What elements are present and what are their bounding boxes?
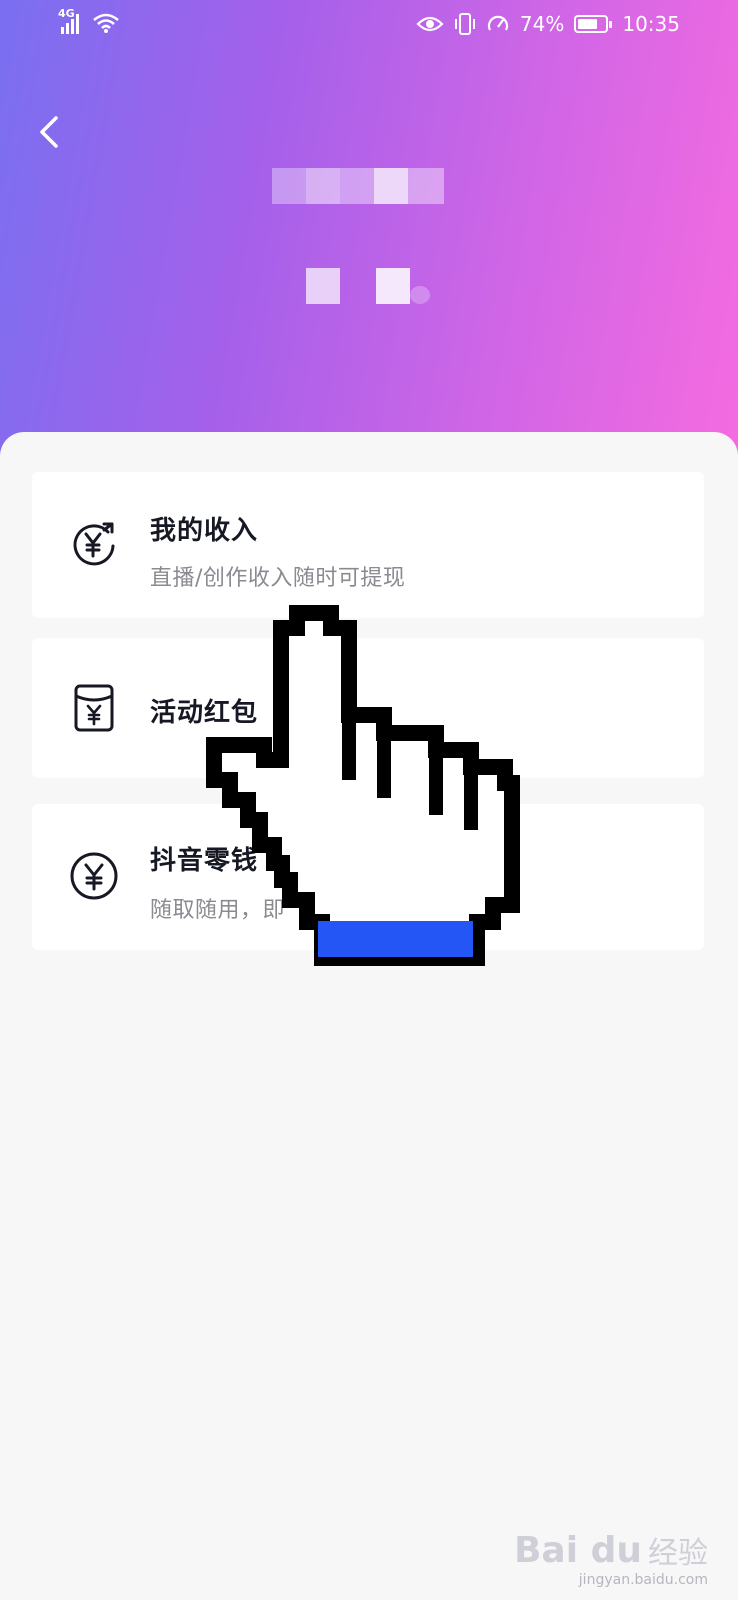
card-title: 我的收入 bbox=[150, 516, 259, 546]
baidu-jingyan-watermark: Bai du 经验 jingyan.baidu.com bbox=[513, 1528, 708, 1589]
watermark-logo: Bai du bbox=[513, 1529, 642, 1571]
clock: 10:35 bbox=[622, 12, 680, 36]
card-subtitle: 随取随用，即 bbox=[150, 898, 286, 923]
watermark-brand: 经验 bbox=[648, 1536, 708, 1571]
obscured-account-name bbox=[272, 168, 444, 204]
wifi-icon bbox=[92, 13, 119, 33]
header-background bbox=[0, 0, 738, 470]
speed-icon bbox=[487, 15, 508, 31]
watermark-url: jingyan.baidu.com bbox=[578, 1572, 708, 1588]
back-button[interactable] bbox=[30, 108, 70, 156]
eye-icon bbox=[416, 16, 444, 32]
network-type: 4G bbox=[58, 7, 75, 20]
vibrate-icon bbox=[454, 13, 475, 35]
yuan-withdraw-icon bbox=[73, 522, 115, 566]
status-bar: 4G 74% 10:35 bbox=[0, 0, 738, 56]
content-sheet: 我的收入 直播/创作收入随时可提现 活动红包 抖音零钱 随取随用，即 bbox=[0, 432, 738, 1600]
my-income-card[interactable]: 我的收入 直播/创作收入随时可提现 bbox=[32, 472, 704, 618]
douyin-change-card[interactable]: 抖音零钱 随取随用，即 bbox=[32, 804, 704, 950]
battery-percent: 74% bbox=[519, 12, 565, 36]
card-subtitle: 直播/创作收入随时可提现 bbox=[150, 566, 406, 591]
battery-icon bbox=[574, 15, 613, 33]
activity-red-envelope-card[interactable]: 活动红包 bbox=[32, 638, 704, 778]
card-title: 活动红包 bbox=[150, 698, 259, 728]
red-envelope-icon bbox=[74, 684, 114, 732]
yuan-circle-icon bbox=[70, 852, 118, 900]
chevron-left-icon bbox=[40, 116, 58, 148]
obscured-balance bbox=[306, 268, 446, 308]
card-title: 抖音零钱 bbox=[150, 846, 259, 876]
